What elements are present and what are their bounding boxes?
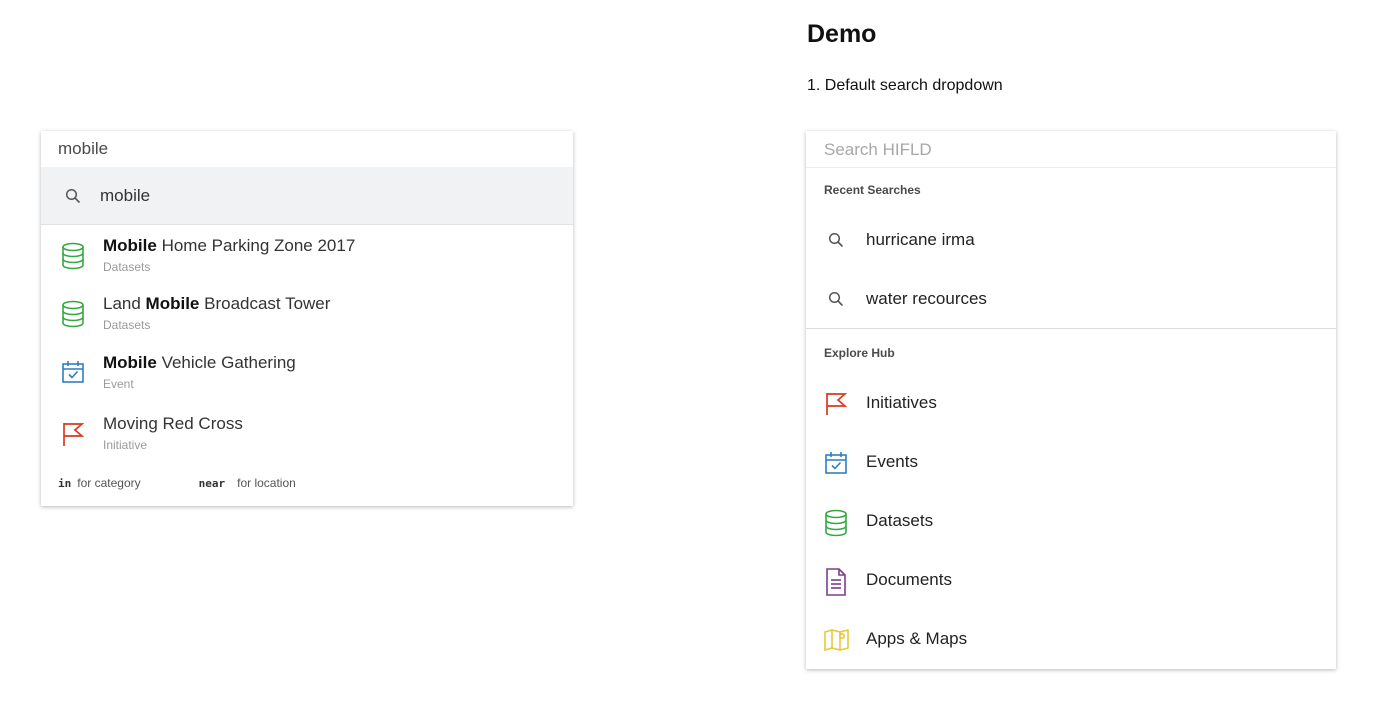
default-search-dropdown: Search HIFLD Recent Searches hurricane i…	[806, 131, 1336, 669]
near-keyword: near	[198, 477, 226, 490]
result-type: Datasets	[103, 318, 151, 332]
database-icon	[61, 242, 85, 275]
search-input[interactable]: Search HIFLD	[806, 131, 1336, 168]
result-type: Event	[103, 377, 134, 391]
suggestion-text: mobile	[100, 186, 151, 205]
search-dropdown-results: mobile mobile Mobile Home Parking Zone 2…	[41, 131, 573, 506]
result-item[interactable]: Mobile Vehicle Gathering Event	[41, 347, 573, 403]
search-icon	[828, 291, 844, 312]
database-icon	[61, 300, 85, 333]
result-title: Mobile Home Parking Zone 2017	[103, 236, 356, 255]
near-hint-text: for location	[237, 476, 296, 490]
in-hint-text: for category	[77, 476, 141, 490]
explore-hub-heading: Explore Hub	[824, 346, 895, 360]
explore-item-apps-maps[interactable]: Apps & Maps	[806, 613, 1336, 665]
explore-item-label: Documents	[866, 570, 952, 589]
explore-item-documents[interactable]: Documents	[806, 554, 1336, 606]
flag-icon	[61, 420, 85, 453]
explore-item-label: Initiatives	[866, 393, 937, 412]
search-icon	[65, 188, 81, 209]
result-item[interactable]: Mobile Home Parking Zone 2017 Datasets	[41, 230, 573, 286]
explore-item-label: Events	[866, 452, 918, 471]
result-item[interactable]: Moving Red Cross Initiative	[41, 408, 573, 464]
demo-title: Demo	[807, 20, 877, 48]
result-title: Land Mobile Broadcast Tower	[103, 294, 331, 313]
database-icon	[824, 509, 848, 542]
search-icon	[828, 232, 844, 253]
result-item[interactable]: Land Mobile Broadcast Tower Datasets	[41, 288, 573, 344]
recent-search-item[interactable]: water recources	[806, 273, 1336, 325]
explore-item-initiatives[interactable]: Initiatives	[806, 377, 1336, 429]
section-divider	[806, 328, 1336, 329]
recent-search-item[interactable]: hurricane irma	[806, 214, 1336, 266]
explore-item-events[interactable]: Events	[806, 436, 1336, 488]
result-title: Mobile Vehicle Gathering	[103, 353, 296, 372]
result-type: Datasets	[103, 260, 151, 274]
result-type: Initiative	[103, 438, 148, 452]
search-suggestion-row[interactable]: mobile	[41, 167, 573, 225]
demo-subtitle: 1. Default search dropdown	[807, 77, 1003, 94]
calendar-check-icon	[824, 450, 848, 481]
in-keyword: in	[58, 477, 72, 490]
document-icon	[824, 568, 848, 601]
explore-item-label: Apps & Maps	[866, 629, 968, 648]
map-icon	[824, 627, 850, 656]
calendar-check-icon	[61, 359, 85, 390]
explore-item-datasets[interactable]: Datasets	[806, 495, 1336, 547]
recent-search-label: hurricane irma	[866, 230, 975, 249]
search-hints: in for category near for location	[58, 476, 296, 490]
flag-icon	[824, 391, 848, 422]
search-input[interactable]: mobile	[41, 131, 573, 167]
recent-search-label: water recources	[866, 289, 987, 308]
recent-searches-heading: Recent Searches	[824, 183, 921, 197]
result-title: Moving Red Cross	[103, 414, 243, 433]
explore-item-label: Datasets	[866, 511, 934, 530]
